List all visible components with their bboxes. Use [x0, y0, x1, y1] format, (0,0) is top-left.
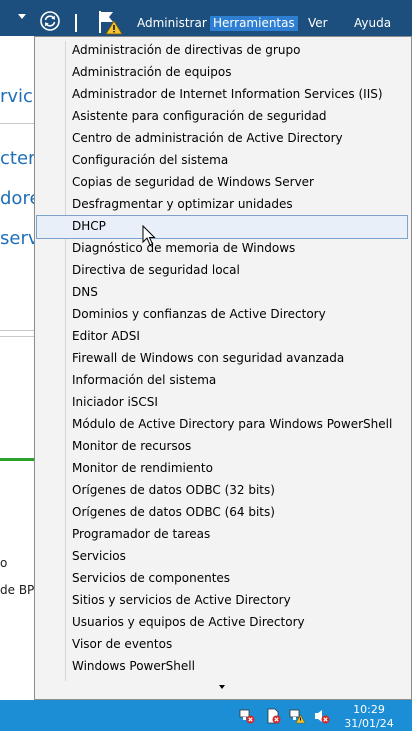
menu-item-windows-backup[interactable]: Copias de seguridad de Windows Server	[37, 172, 407, 194]
speaker-muted-icon[interactable]	[314, 708, 330, 724]
menu-item-ad-admin-center[interactable]: Centro de administración de Active Direc…	[37, 128, 407, 150]
menu-item-dhcp[interactable]: DHCP	[36, 215, 408, 239]
menu-item-defrag[interactable]: Desfragmentar y optimizar unidades	[37, 194, 407, 216]
menu-item-ad-domains-trusts[interactable]: Dominios y confianzas de Active Director…	[37, 304, 407, 326]
menu-item-label: Configuración del sistema	[72, 153, 229, 167]
network-error-icon[interactable]	[239, 708, 255, 724]
menu-item-label: Usuarios y equipos de Active Directory	[72, 615, 305, 629]
menu-item-label: Visor de eventos	[72, 637, 173, 651]
menu-bar: Administrar Herramientas Ver Ayuda	[0, 0, 412, 36]
clock-date[interactable]: 31/01/24	[339, 717, 399, 730]
menu-item-iis-manager[interactable]: Administrador de Internet Information Se…	[37, 84, 407, 106]
scroll-down-arrow-icon[interactable]	[219, 685, 225, 689]
menu-item-label: Programador de tareas	[72, 527, 211, 541]
menu-item-label: Editor ADSI	[72, 329, 140, 343]
menu-item-windows-powershell[interactable]: Windows PowerShell	[37, 656, 407, 678]
menu-item-label: Directiva de seguridad local	[72, 263, 240, 277]
menu-item-label: Servicios de componentes	[72, 571, 231, 585]
menu-item-memory-diagnostic[interactable]: Diagnóstico de memoria de Windows	[37, 238, 407, 260]
menu-item-label: Iniciador iSCSI	[72, 395, 158, 409]
menu-item-label: Información del sistema	[72, 373, 217, 387]
menu-item-local-security-policy[interactable]: Directiva de seguridad local	[37, 260, 407, 282]
taskbar: 10:29 31/01/24	[0, 700, 412, 731]
background-text: de BP	[0, 583, 35, 597]
menu-item-event-viewer[interactable]: Visor de eventos	[37, 634, 407, 656]
menu-herramientas[interactable]: Herramientas	[210, 16, 298, 31]
menu-item-iscsi-initiator[interactable]: Iniciador iSCSI	[37, 392, 407, 414]
network-warning-icon[interactable]	[289, 708, 305, 724]
menu-item-services[interactable]: Servicios	[37, 546, 407, 568]
menu-item-system-info[interactable]: Información del sistema	[37, 370, 407, 392]
menu-item-task-scheduler[interactable]: Programador de tareas	[37, 524, 407, 546]
background-heading: rvic	[0, 86, 33, 107]
menu-item-ad-sites-services[interactable]: Sitios y servicios de Active Directory	[37, 590, 407, 612]
menu-administrar[interactable]: Administrar	[134, 16, 210, 31]
menu-item-ad-powershell[interactable]: Módulo de Active Directory para Windows …	[37, 414, 407, 436]
dropdown-arrow-icon[interactable]	[18, 14, 26, 19]
app-root: Administrar Herramientas Ver Ayuda rvic …	[0, 0, 412, 731]
menu-item-label: Monitor de rendimiento	[72, 461, 213, 475]
menu-item-label: Centro de administración de Active Direc…	[72, 131, 343, 145]
background-text: o	[0, 556, 8, 570]
menu-item-label: Orígenes de datos ODBC (64 bits)	[72, 505, 275, 519]
menu-item-label: Servicios	[72, 549, 126, 563]
menu-item-label: Asistente para configuración de segurida…	[72, 109, 327, 123]
menu-item-label: Desfragmentar y optimizar unidades	[72, 197, 293, 211]
menu-item-ad-users-computers[interactable]: Usuarios y equipos de Active Directory	[37, 612, 407, 634]
menu-item-label: Administración de directivas de grupo	[72, 43, 301, 57]
toolbar-separator	[75, 14, 77, 32]
mouse-cursor-icon	[142, 225, 156, 246]
menu-item-label: Administración de equipos	[72, 65, 232, 79]
menu-item-label: Firewall de Windows con seguridad avanza…	[72, 351, 345, 365]
refresh-icon[interactable]	[40, 11, 60, 31]
menu-item-computer-management[interactable]: Administración de equipos	[37, 62, 407, 84]
menu-ayuda[interactable]: Ayuda	[351, 16, 394, 31]
menu-item-performance-monitor[interactable]: Monitor de rendimiento	[37, 458, 407, 480]
menu-item-adsi-editor[interactable]: Editor ADSI	[37, 326, 407, 348]
menu-item-label: Copias de seguridad de Windows Server	[72, 175, 314, 189]
menu-item-odbc-64[interactable]: Orígenes de datos ODBC (64 bits)	[37, 502, 407, 524]
menu-item-dns[interactable]: DNS	[37, 282, 407, 304]
menu-item-label: Dominios y confianzas de Active Director…	[72, 307, 326, 321]
clock-time[interactable]: 10:29	[339, 703, 399, 716]
menu-item-label: Windows PowerShell	[72, 659, 195, 673]
menu-item-label: Diagnóstico de memoria de Windows	[72, 241, 296, 255]
tools-dropdown-menu: Administración de directivas de grupo Ad…	[34, 36, 412, 700]
menu-item-label: Orígenes de datos ODBC (32 bits)	[72, 483, 275, 497]
menu-item-label: Administrador de Internet Information Se…	[72, 87, 383, 101]
menu-item-system-config[interactable]: Configuración del sistema	[37, 150, 407, 172]
menu-item-label: Módulo de Active Directory para Windows …	[72, 417, 393, 431]
notifications-flag-icon[interactable]	[96, 9, 124, 35]
file-error-icon[interactable]	[265, 708, 281, 724]
menu-item-gpmc[interactable]: Administración de directivas de grupo	[37, 40, 407, 62]
menu-item-resource-monitor[interactable]: Monitor de recursos	[37, 436, 407, 458]
menu-item-label: DNS	[72, 285, 98, 299]
menu-item-label: Monitor de recursos	[72, 439, 192, 453]
menu-ver[interactable]: Ver	[305, 16, 331, 31]
menu-item-component-services[interactable]: Servicios de componentes	[37, 568, 407, 590]
menu-item-label: Sitios y servicios de Active Directory	[72, 593, 291, 607]
menu-item-label: DHCP	[72, 219, 106, 233]
menu-item-odbc-32[interactable]: Orígenes de datos ODBC (32 bits)	[37, 480, 407, 502]
menu-item-firewall[interactable]: Firewall de Windows con seguridad avanza…	[37, 348, 407, 370]
menu-item-security-wizard[interactable]: Asistente para configuración de segurida…	[37, 106, 407, 128]
